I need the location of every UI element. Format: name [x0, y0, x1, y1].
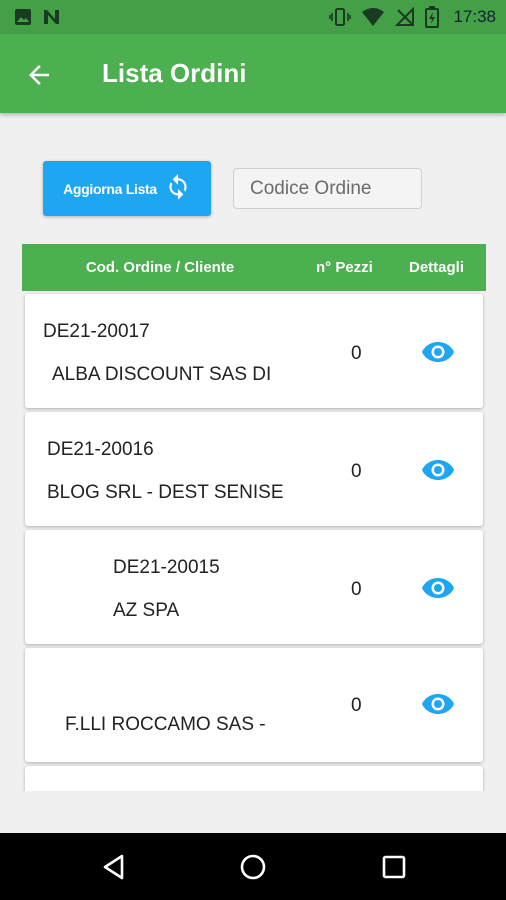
- order-code: DE21-20017: [43, 321, 150, 342]
- order-card[interactable]: F.LLI ROCCAMO SAS - 0: [25, 648, 483, 762]
- app-bar: Lista Ordini: [0, 34, 506, 113]
- back-triangle-icon[interactable]: [100, 853, 128, 881]
- order-card[interactable]: DE21-20015 AZ SPA 0: [25, 530, 483, 644]
- status-bar: 17:38: [0, 0, 506, 34]
- order-code: DE21-20015: [113, 557, 220, 578]
- column-header-pieces: n° Pezzi: [316, 259, 373, 276]
- refresh-list-label: Aggiorna Lista: [63, 180, 157, 197]
- home-circle-icon[interactable]: [239, 853, 267, 881]
- system-nav-bar: [0, 833, 506, 900]
- column-header-code-client: Cod. Ordine / Cliente: [85, 259, 235, 276]
- order-card-partial[interactable]: [25, 766, 483, 791]
- order-client: AZ SPA: [113, 600, 180, 621]
- status-time: 17:38: [453, 7, 496, 26]
- status-bar-left: [14, 8, 62, 26]
- n-notification-icon: [44, 10, 59, 24]
- eye-icon[interactable]: [421, 459, 455, 481]
- no-signal-icon: [395, 7, 415, 26]
- order-client: F.LLI ROCCAMO SAS -: [65, 714, 266, 735]
- order-pieces: 0: [351, 695, 362, 716]
- eye-icon[interactable]: [421, 693, 455, 715]
- order-pieces: 0: [351, 461, 362, 482]
- vibrate-icon: [329, 8, 352, 26]
- status-bar-right: 17:38: [329, 6, 496, 28]
- table-header: Cod. Ordine / Cliente n° Pezzi Dettagli: [22, 244, 486, 291]
- eye-icon[interactable]: [421, 341, 455, 363]
- order-pieces: 0: [351, 343, 362, 364]
- order-client: ALBA DISCOUNT SAS DI: [52, 364, 272, 385]
- order-card[interactable]: DE21-20016 BLOG SRL - DEST SENISE 0: [25, 412, 483, 526]
- order-code-input[interactable]: [233, 168, 422, 209]
- order-code: DE21-20016: [47, 439, 154, 460]
- eye-icon[interactable]: [421, 577, 455, 599]
- refresh-list-button[interactable]: Aggiorna Lista: [43, 161, 211, 216]
- sync-icon: [169, 173, 187, 200]
- column-header-details: Dettagli: [409, 259, 465, 276]
- order-card[interactable]: DE21-20017 ALBA DISCOUNT SAS DI 0: [25, 294, 483, 408]
- order-list[interactable]: DE21-20017 ALBA DISCOUNT SAS DI 0 DE21-2…: [0, 291, 506, 791]
- arrow-left-icon[interactable]: [24, 60, 54, 90]
- recents-square-icon[interactable]: [380, 853, 408, 881]
- image-icon: [15, 9, 31, 25]
- order-client: BLOG SRL - DEST SENISE: [47, 482, 284, 503]
- battery-icon: [425, 6, 440, 28]
- page-title: Lista Ordini: [102, 58, 247, 88]
- order-pieces: 0: [351, 579, 362, 600]
- wifi-icon: [362, 8, 385, 26]
